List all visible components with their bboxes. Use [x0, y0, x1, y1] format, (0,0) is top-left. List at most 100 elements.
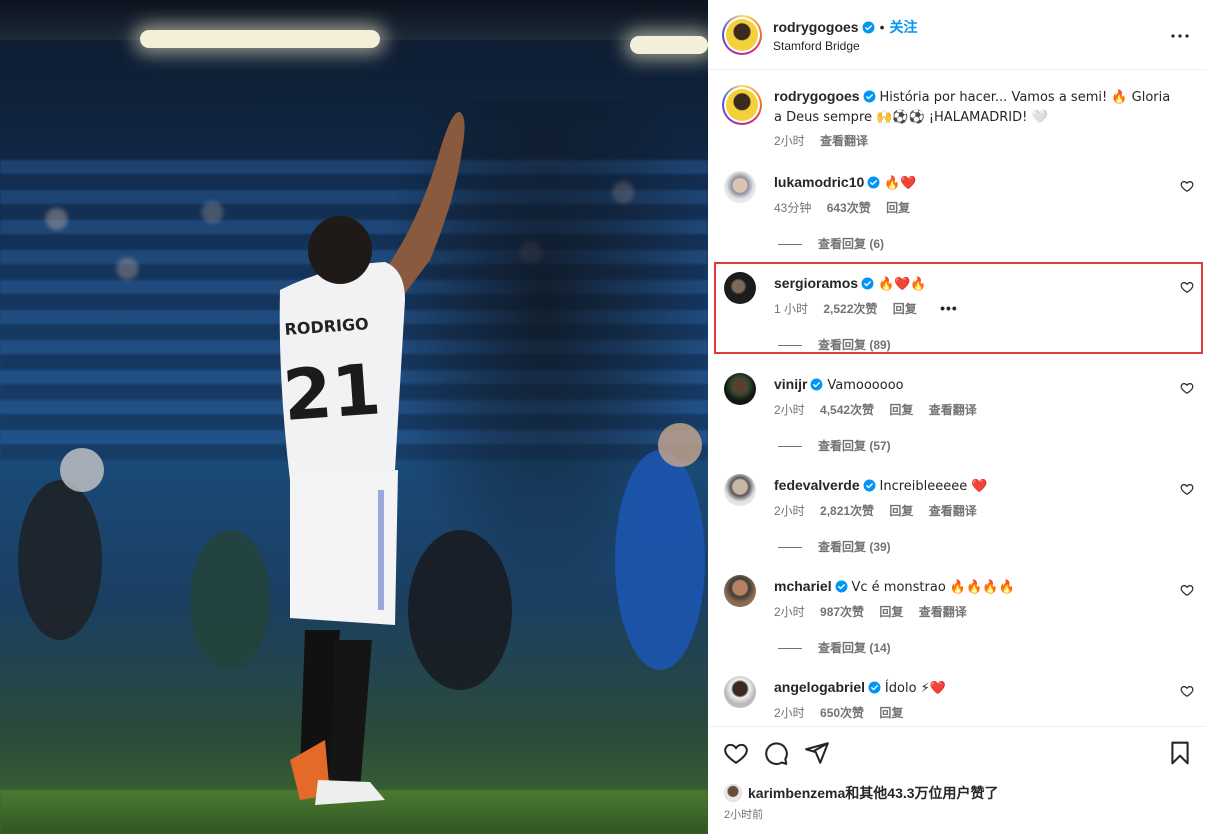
replies-line — [778, 446, 802, 448]
view-replies-button[interactable]: 查看回复 (57) — [778, 437, 891, 454]
separator-dot: • — [879, 19, 885, 35]
comment-text: Increibleeeee ❤️ — [879, 479, 988, 494]
bookmark-icon[interactable] — [1167, 740, 1193, 766]
comment-time: 43分钟 — [774, 201, 812, 215]
view-replies-button[interactable]: 查看回复 (89) — [778, 336, 891, 353]
caption-time: 2小时 — [774, 134, 805, 148]
verified-badge-icon — [861, 277, 874, 290]
caption-avatar[interactable] — [722, 85, 762, 125]
verified-badge-icon — [862, 21, 875, 34]
comment-avatar[interactable] — [724, 171, 756, 203]
more-icon[interactable] — [1168, 24, 1192, 48]
comments-list[interactable]: rodrygogoes História por hacer... Vamos … — [708, 71, 1206, 726]
comment-heart-icon[interactable] — [1180, 684, 1194, 698]
post-photo[interactable]: RODRIGO 21 — [0, 0, 708, 834]
comment-text-line: mchariel Vc é monstrao 🔥🔥🔥🔥 — [774, 577, 1174, 597]
comment-text: Vamoooooo — [827, 378, 904, 393]
comment-meta: 2小时 4,542次赞 回复 查看翻译 — [774, 401, 989, 418]
comment-meta: 43分钟 643次赞 回复 — [774, 199, 922, 216]
comment-meta: 2小时 650次赞 回复 — [774, 704, 915, 721]
comment-text: Ídolo ⚡❤️ — [884, 681, 946, 696]
comment-like-count[interactable]: 643次赞 — [827, 201, 871, 215]
comment-translate-button[interactable]: 查看翻译 — [929, 504, 977, 518]
comment-reply-button[interactable]: 回复 — [879, 706, 903, 720]
caption-text-line: rodrygogoes História por hacer... Vamos … — [774, 87, 1174, 127]
comment-time: 2小时 — [774, 706, 805, 720]
comment-meta: 2小时 2,821次赞 回复 查看翻译 — [774, 502, 989, 519]
comment-like-count[interactable]: 2,821次赞 — [820, 504, 874, 518]
comment-text-line: fedevalverde Increibleeeee ❤️ — [774, 476, 1174, 496]
comment-text: Vc é monstrao 🔥🔥🔥🔥 — [851, 580, 1015, 595]
caption-meta: 2小时 查看翻译 — [774, 132, 880, 149]
comment-reply-button[interactable]: 回复 — [879, 605, 903, 619]
verified-badge-icon — [835, 580, 848, 593]
comment-reply-button[interactable]: 回复 — [886, 201, 910, 215]
comment-like-count[interactable]: 650次赞 — [820, 706, 864, 720]
comment-reply-button[interactable]: 回复 — [889, 403, 913, 417]
comment-text-line: vinijr Vamoooooo — [774, 375, 1174, 395]
comment-meta: 1 小时 2,522次赞 回复 ••• — [774, 300, 970, 317]
comment-heart-icon[interactable] — [1180, 381, 1194, 395]
caption-username[interactable]: rodrygogoes — [774, 88, 860, 104]
comment-username[interactable]: sergioramos — [774, 275, 858, 291]
comment-translate-button[interactable]: 查看翻译 — [929, 403, 977, 417]
comment-avatar[interactable] — [724, 676, 756, 708]
comment-username[interactable]: mchariel — [774, 578, 832, 594]
replies-line — [778, 648, 802, 650]
replies-line — [778, 244, 802, 246]
comment-heart-icon[interactable] — [1180, 583, 1194, 597]
view-replies-button[interactable]: 查看回复 (6) — [778, 235, 884, 252]
replies-line — [778, 547, 802, 549]
verified-badge-icon — [868, 681, 881, 694]
comment-heart-icon[interactable] — [1180, 482, 1194, 496]
header-user-line: rodrygogoes • 关注 — [773, 17, 917, 37]
comment-heart-icon[interactable] — [1180, 179, 1194, 193]
comment-username[interactable]: fedevalverde — [774, 477, 860, 493]
follow-button[interactable]: 关注 — [889, 19, 917, 35]
comment-heart-icon[interactable] — [1180, 280, 1194, 294]
post-time: 2小时前 — [724, 809, 764, 821]
comment-more-button[interactable]: ••• — [940, 300, 958, 316]
post-header: rodrygogoes • 关注 Stamford Bridge — [708, 0, 1206, 70]
comment-like-count[interactable]: 4,542次赞 — [820, 403, 874, 417]
comment-reply-button[interactable]: 回复 — [893, 302, 917, 316]
comment-like-count[interactable]: 987次赞 — [820, 605, 864, 619]
verified-badge-icon — [811, 378, 823, 391]
svg-text:21: 21 — [280, 348, 383, 437]
author-username[interactable]: rodrygogoes — [773, 19, 859, 35]
post-location[interactable]: Stamford Bridge — [773, 39, 860, 53]
comment-username[interactable]: vinijr — [774, 376, 807, 392]
comment-text-line: sergioramos 🔥❤️🔥 — [774, 274, 1174, 294]
view-replies-button[interactable]: 查看回复 (39) — [778, 538, 891, 555]
verified-badge-icon — [863, 90, 876, 103]
heart-icon[interactable] — [723, 740, 749, 766]
post-detail-panel: rodrygogoes • 关注 Stamford Bridge rodrygogo… — [708, 0, 1206, 834]
comment-text-line: lukamodric10 🔥❤️ — [774, 173, 1174, 193]
liker-username[interactable]: karimbenzema — [748, 785, 845, 801]
comment-translate-button[interactable]: 查看翻译 — [919, 605, 967, 619]
view-replies-button[interactable]: 查看回复 (14) — [778, 639, 891, 656]
post-actions: karimbenzema和其他43.3万位用户赞了 2小时前 — [708, 726, 1206, 834]
verified-badge-icon — [867, 176, 880, 189]
comment-username[interactable]: lukamodric10 — [774, 174, 864, 190]
comment-icon[interactable] — [763, 740, 789, 766]
comment-avatar[interactable] — [724, 272, 756, 304]
comment-text-line: angelogabriel Ídolo ⚡❤️ — [774, 678, 1174, 698]
comment-avatar[interactable] — [724, 373, 756, 405]
comment-avatar[interactable] — [724, 575, 756, 607]
share-icon[interactable] — [804, 740, 830, 766]
author-avatar[interactable] — [722, 15, 762, 55]
caption-translate-button[interactable]: 查看翻译 — [820, 134, 868, 148]
comment-time: 1 小时 — [774, 302, 809, 316]
liker-avatar[interactable] — [724, 784, 742, 802]
comment-text: 🔥❤️🔥 — [877, 277, 927, 292]
comment-reply-button[interactable]: 回复 — [889, 504, 913, 518]
player-figure: RODRIGO 21 — [18, 111, 705, 805]
comment-avatar[interactable] — [724, 474, 756, 506]
comment-text: 🔥❤️ — [884, 176, 917, 191]
comment-username[interactable]: angelogabriel — [774, 679, 865, 695]
comment-time: 2小时 — [774, 605, 805, 619]
likes-count-text[interactable]: 和其他43.3万位用户赞了 — [845, 785, 998, 801]
comment-like-count[interactable]: 2,522次赞 — [823, 302, 877, 316]
likes-summary: karimbenzema和其他43.3万位用户赞了 — [724, 783, 999, 803]
